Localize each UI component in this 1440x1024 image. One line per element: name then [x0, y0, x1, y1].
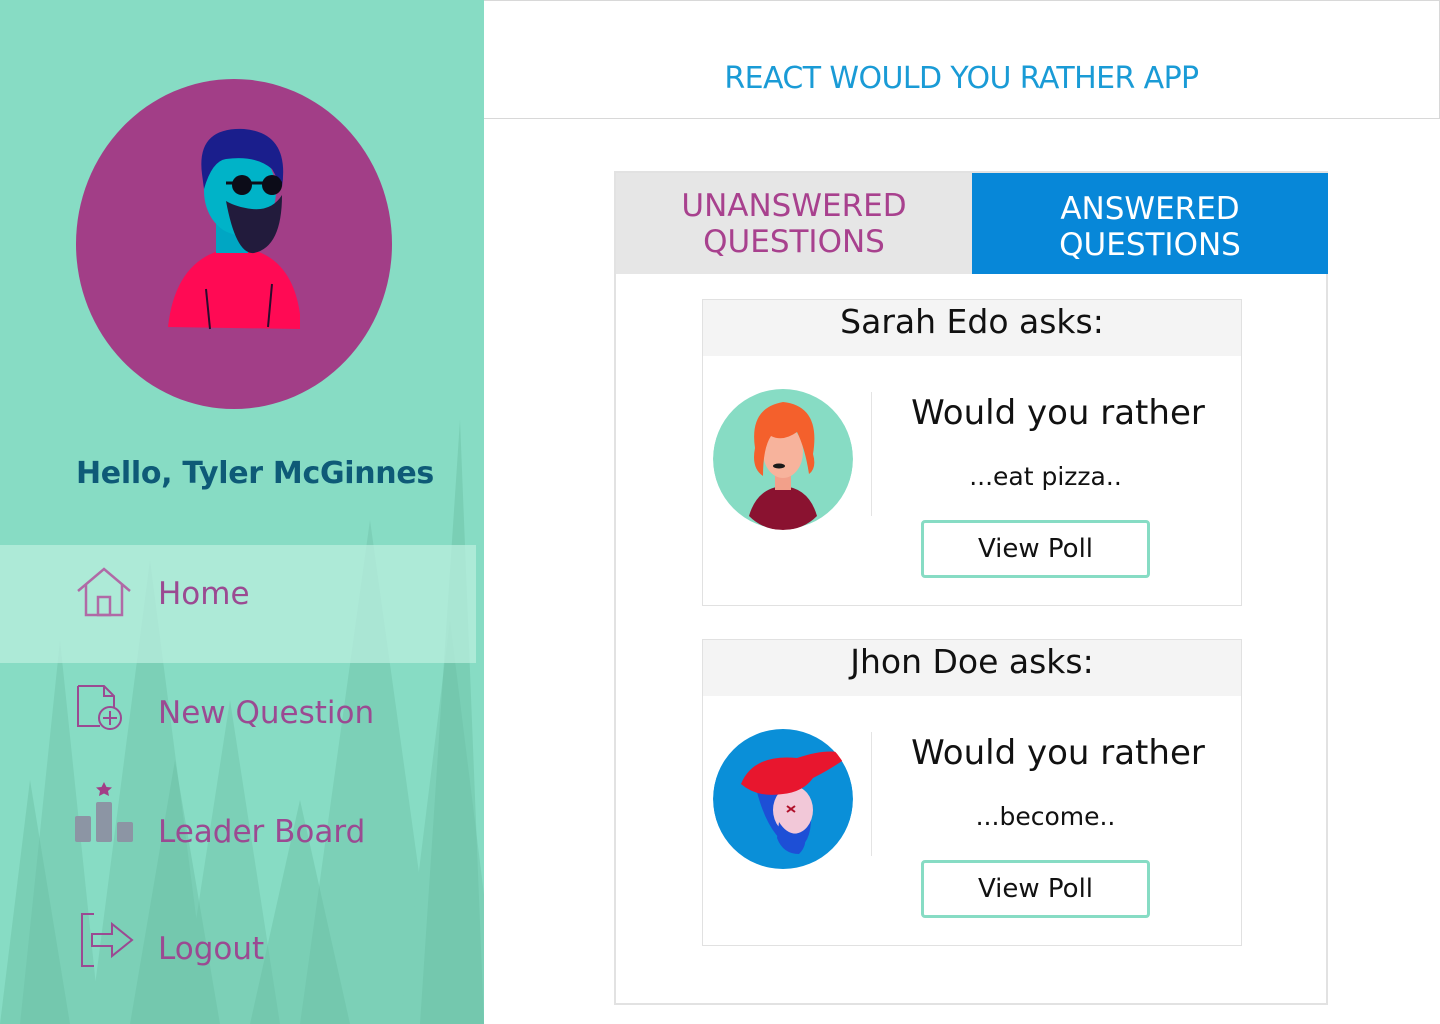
user-greeting: Hello, Tyler McGinnes	[76, 456, 434, 491]
app-header: REACT WOULD YOU RATHER APP	[484, 0, 1440, 119]
question-card: Jhon Doe asks: Would you rather ...becom…	[702, 639, 1242, 946]
tab-unanswered-questions[interactable]: UNANSWERED QUESTIONS	[616, 173, 972, 274]
nav-label-home: Home	[158, 576, 250, 612]
nav-item-leader-board[interactable]: Leader Board	[0, 782, 476, 900]
question-author: Jhon Doe asks:	[703, 640, 1241, 696]
new-document-icon	[77, 685, 122, 730]
view-poll-button[interactable]: View Poll	[921, 860, 1150, 918]
tab-unanswered-line2: QUESTIONS	[703, 224, 885, 260]
author-avatar	[713, 388, 853, 530]
card-divider	[871, 392, 872, 516]
card-divider	[871, 732, 872, 856]
question-option: ...become..	[975, 802, 1116, 831]
question-prompt: Would you rather	[911, 393, 1205, 433]
app-title: REACT WOULD YOU RATHER APP	[724, 61, 1199, 96]
tab-answered-line2: QUESTIONS	[1059, 227, 1241, 263]
questions-panel: UNANSWERED QUESTIONS ANSWERED QUESTIONS …	[614, 171, 1328, 1005]
question-prompt: Would you rather	[911, 733, 1205, 773]
red-cap-man-avatar-icon	[713, 729, 853, 869]
user-avatar	[76, 79, 392, 409]
bearded-man-avatar-icon	[168, 128, 300, 330]
question-card: Sarah Edo asks: Would you rather ...eat …	[702, 299, 1242, 606]
view-poll-button[interactable]: View Poll	[921, 520, 1150, 578]
nav-item-home[interactable]: Home	[0, 545, 476, 663]
nav-label-leader-board: Leader Board	[158, 814, 366, 850]
author-avatar	[713, 728, 853, 870]
logout-icon	[81, 913, 134, 967]
home-icon	[77, 567, 131, 617]
tab-answered-line1: ANSWERED	[1060, 191, 1240, 227]
tab-answered-questions[interactable]: ANSWERED QUESTIONS	[972, 173, 1328, 274]
red-haired-woman-avatar-icon	[713, 389, 853, 530]
question-option: ...eat pizza..	[969, 462, 1122, 491]
nav-label-logout: Logout	[158, 931, 265, 967]
question-author: Sarah Edo asks:	[703, 300, 1241, 356]
tab-unanswered-line1: UNANSWERED	[681, 188, 907, 224]
nav-label-new-question: New Question	[158, 695, 375, 731]
leaderboard-icon	[75, 782, 133, 842]
nav-item-logout[interactable]: Logout	[0, 900, 476, 1018]
nav-item-new-question[interactable]: New Question	[0, 664, 476, 782]
sidebar: Hello, Tyler McGinnes Home New Question	[0, 0, 484, 1024]
